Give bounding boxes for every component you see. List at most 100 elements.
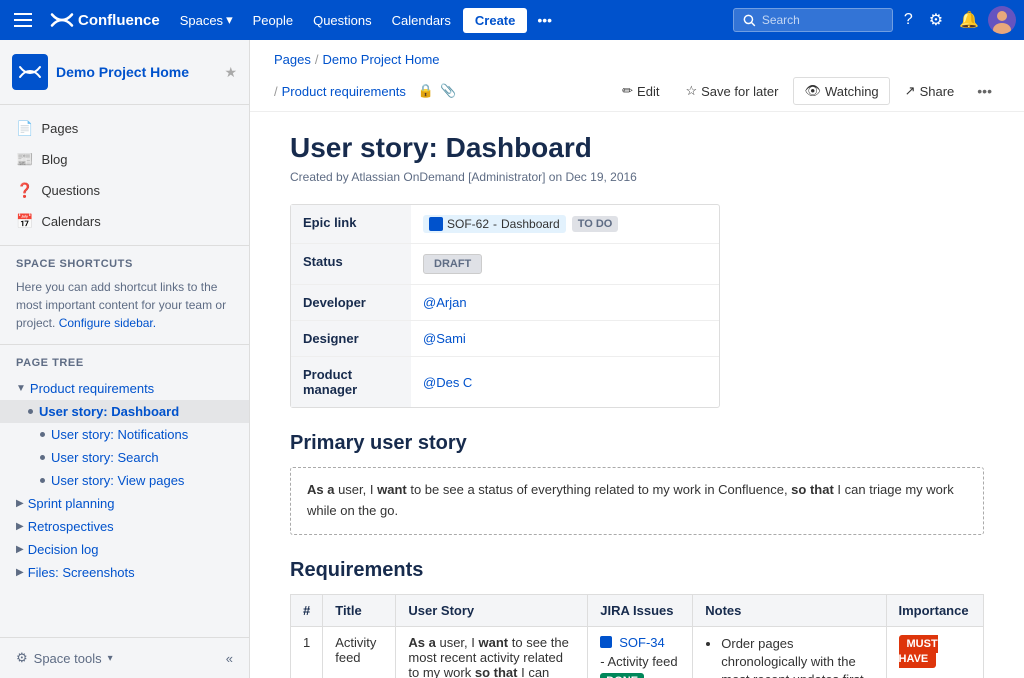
breadcrumb: Pages / Demo Project Home bbox=[250, 40, 1024, 71]
tree-item-sprint-planning[interactable]: ▶ Sprint planning bbox=[0, 492, 249, 515]
cell-user-story: As a user, I want to see the most recent… bbox=[396, 626, 588, 678]
expand-arrow: ▶ bbox=[16, 567, 24, 578]
space-shortcuts-section: SPACE SHORTCUTS Here you can add shortcu… bbox=[0, 246, 249, 345]
notifications-icon[interactable]: 🔔 bbox=[952, 4, 986, 36]
expand-arrow: ▶ bbox=[16, 521, 24, 532]
page-meta: Created by Atlassian OnDemand [Administr… bbox=[290, 170, 984, 184]
space-tools-label: Space tools bbox=[34, 651, 102, 666]
nav-more-icon[interactable]: ••• bbox=[531, 6, 558, 34]
star-icon[interactable]: ★ bbox=[224, 64, 237, 81]
breadcrumb-row2: / Product requirements 🔒 📎 bbox=[274, 83, 456, 99]
top-nav: Confluence Spaces ▾ People Questions Cal… bbox=[0, 0, 1024, 40]
confluence-logo[interactable]: Confluence bbox=[42, 8, 168, 32]
space-title[interactable]: Demo Project Home bbox=[56, 64, 216, 80]
item-dot bbox=[40, 455, 45, 460]
item-dot bbox=[40, 432, 45, 437]
tree-item-notifications[interactable]: User story: Notifications bbox=[0, 423, 249, 446]
col-header-notes: Notes bbox=[693, 594, 886, 626]
configure-sidebar-link[interactable]: Configure sidebar. bbox=[59, 316, 156, 330]
jira-issue-num: SOF-62 bbox=[447, 217, 489, 231]
tree-item-retrospectives[interactable]: ▶ Retrospectives bbox=[0, 515, 249, 538]
user-avatar[interactable] bbox=[988, 6, 1016, 34]
tree-item-user-story-dashboard[interactable]: User story: Dashboard bbox=[0, 400, 249, 423]
cell-num: 1 bbox=[291, 626, 323, 678]
attachment-icon: 📎 bbox=[440, 83, 456, 99]
sidebar-footer[interactable]: ⚙ Space tools ▾ « bbox=[0, 637, 249, 678]
requirements-table: # Title User Story JIRA Issues Notes Imp… bbox=[290, 594, 984, 678]
nav-calendars[interactable]: Calendars bbox=[384, 7, 459, 34]
must-have-badge: MUST HAVE bbox=[899, 635, 938, 668]
expand-arrow: ▶ bbox=[16, 544, 24, 555]
page-body: User story: Dashboard Created by Atlassi… bbox=[250, 112, 1024, 678]
space-shortcuts-text: Here you can add shortcut links to the m… bbox=[16, 278, 233, 332]
todo-badge: TO DO bbox=[572, 216, 619, 232]
blog-icon: 📰 bbox=[16, 151, 33, 168]
space-tools-icon: ⚙ bbox=[16, 650, 28, 666]
edit-icon: ✏ bbox=[622, 83, 633, 99]
designer-label: Designer bbox=[291, 321, 411, 356]
sidebar-item-pages[interactable]: 📄 Pages bbox=[0, 113, 249, 144]
product-manager-label: Product manager bbox=[291, 357, 411, 407]
col-header-title: Title bbox=[323, 594, 396, 626]
jira-issue-icon bbox=[600, 636, 612, 648]
epic-link-label: Epic link bbox=[291, 205, 411, 243]
help-icon[interactable]: ? bbox=[897, 5, 920, 35]
developer-value: @Arjan bbox=[411, 285, 719, 320]
star-icon: ☆ bbox=[685, 83, 697, 99]
primary-story-title: Primary user story bbox=[290, 432, 984, 455]
breadcrumb-space[interactable]: Demo Project Home bbox=[323, 52, 440, 67]
more-actions-button[interactable]: ••• bbox=[969, 78, 1000, 104]
cell-notes: Order pages chronologically with the mos… bbox=[693, 626, 886, 678]
share-button[interactable]: ↗ Share bbox=[894, 77, 966, 105]
info-table: Epic link SOF-62 - Dashboard TO DO Statu… bbox=[290, 204, 720, 408]
save-for-later-button[interactable]: ☆ Save for later bbox=[674, 77, 789, 105]
developer-user[interactable]: @Arjan bbox=[423, 295, 467, 310]
search-box[interactable]: Search bbox=[733, 8, 893, 32]
tree-item-view-pages[interactable]: User story: View pages bbox=[0, 469, 249, 492]
product-manager-value: @Des C bbox=[411, 357, 719, 407]
questions-icon: ❓ bbox=[16, 182, 33, 199]
cell-importance: MUST HAVE bbox=[886, 626, 984, 678]
breadcrumb-pages[interactable]: Pages bbox=[274, 52, 311, 67]
tree-item-decision-log[interactable]: ▶ Decision log bbox=[0, 538, 249, 561]
hamburger-icon[interactable] bbox=[8, 5, 38, 35]
product-manager-user[interactable]: @Des C bbox=[423, 375, 472, 390]
info-row-status: Status DRAFT bbox=[291, 244, 719, 285]
page-tree-title: PAGE TREE bbox=[0, 357, 249, 369]
col-header-importance: Importance bbox=[886, 594, 984, 626]
designer-user[interactable]: @Sami bbox=[423, 331, 466, 346]
active-dot bbox=[28, 409, 33, 414]
nav-spaces[interactable]: Spaces ▾ bbox=[172, 6, 241, 34]
edit-button[interactable]: ✏ Edit bbox=[611, 77, 670, 105]
share-icon: ↗ bbox=[905, 83, 916, 99]
info-row-product-manager: Product manager @Des C bbox=[291, 357, 719, 407]
tree-item-product-requirements[interactable]: ▼ Product requirements bbox=[0, 377, 249, 400]
status-label: Status bbox=[291, 244, 411, 284]
sidebar-nav: 📄 Pages 📰 Blog ❓ Questions 📅 Calendars bbox=[0, 105, 249, 246]
tree-item-search[interactable]: User story: Search bbox=[0, 446, 249, 469]
tree-item-files-screenshots[interactable]: ▶ Files: Screenshots bbox=[0, 561, 249, 584]
create-button[interactable]: Create bbox=[463, 8, 527, 33]
sidebar-item-calendars[interactable]: 📅 Calendars bbox=[0, 206, 249, 237]
jira-epic-badge[interactable]: SOF-62 - Dashboard bbox=[423, 215, 566, 233]
jira-icon bbox=[429, 217, 443, 231]
sidebar: Demo Project Home ★ 📄 Pages 📰 Blog ❓ Que… bbox=[0, 40, 250, 678]
jira-issue-link[interactable]: SOF-34 bbox=[619, 635, 665, 650]
sidebar-item-questions[interactable]: ❓ Questions bbox=[0, 175, 249, 206]
expand-arrow: ▼ bbox=[16, 383, 26, 394]
watching-button[interactable]: 👁 Watching bbox=[793, 77, 889, 105]
nav-questions[interactable]: Questions bbox=[305, 7, 380, 34]
developer-label: Developer bbox=[291, 285, 411, 320]
breadcrumb-product-req[interactable]: Product requirements bbox=[282, 84, 406, 99]
nav-people[interactable]: People bbox=[245, 7, 301, 34]
jira-issue-name: Dashboard bbox=[501, 217, 560, 231]
col-header-num: # bbox=[291, 594, 323, 626]
status-value: DRAFT bbox=[411, 244, 719, 284]
info-row-epic: Epic link SOF-62 - Dashboard TO DO bbox=[291, 205, 719, 244]
epic-link-value: SOF-62 - Dashboard TO DO bbox=[411, 205, 719, 243]
settings-icon[interactable]: ⚙ bbox=[922, 4, 950, 36]
sidebar-collapse-button[interactable]: « bbox=[226, 651, 233, 666]
sidebar-item-blog[interactable]: 📰 Blog bbox=[0, 144, 249, 175]
item-dot bbox=[40, 478, 45, 483]
page-tree: PAGE TREE ▼ Product requirements User st… bbox=[0, 345, 249, 596]
